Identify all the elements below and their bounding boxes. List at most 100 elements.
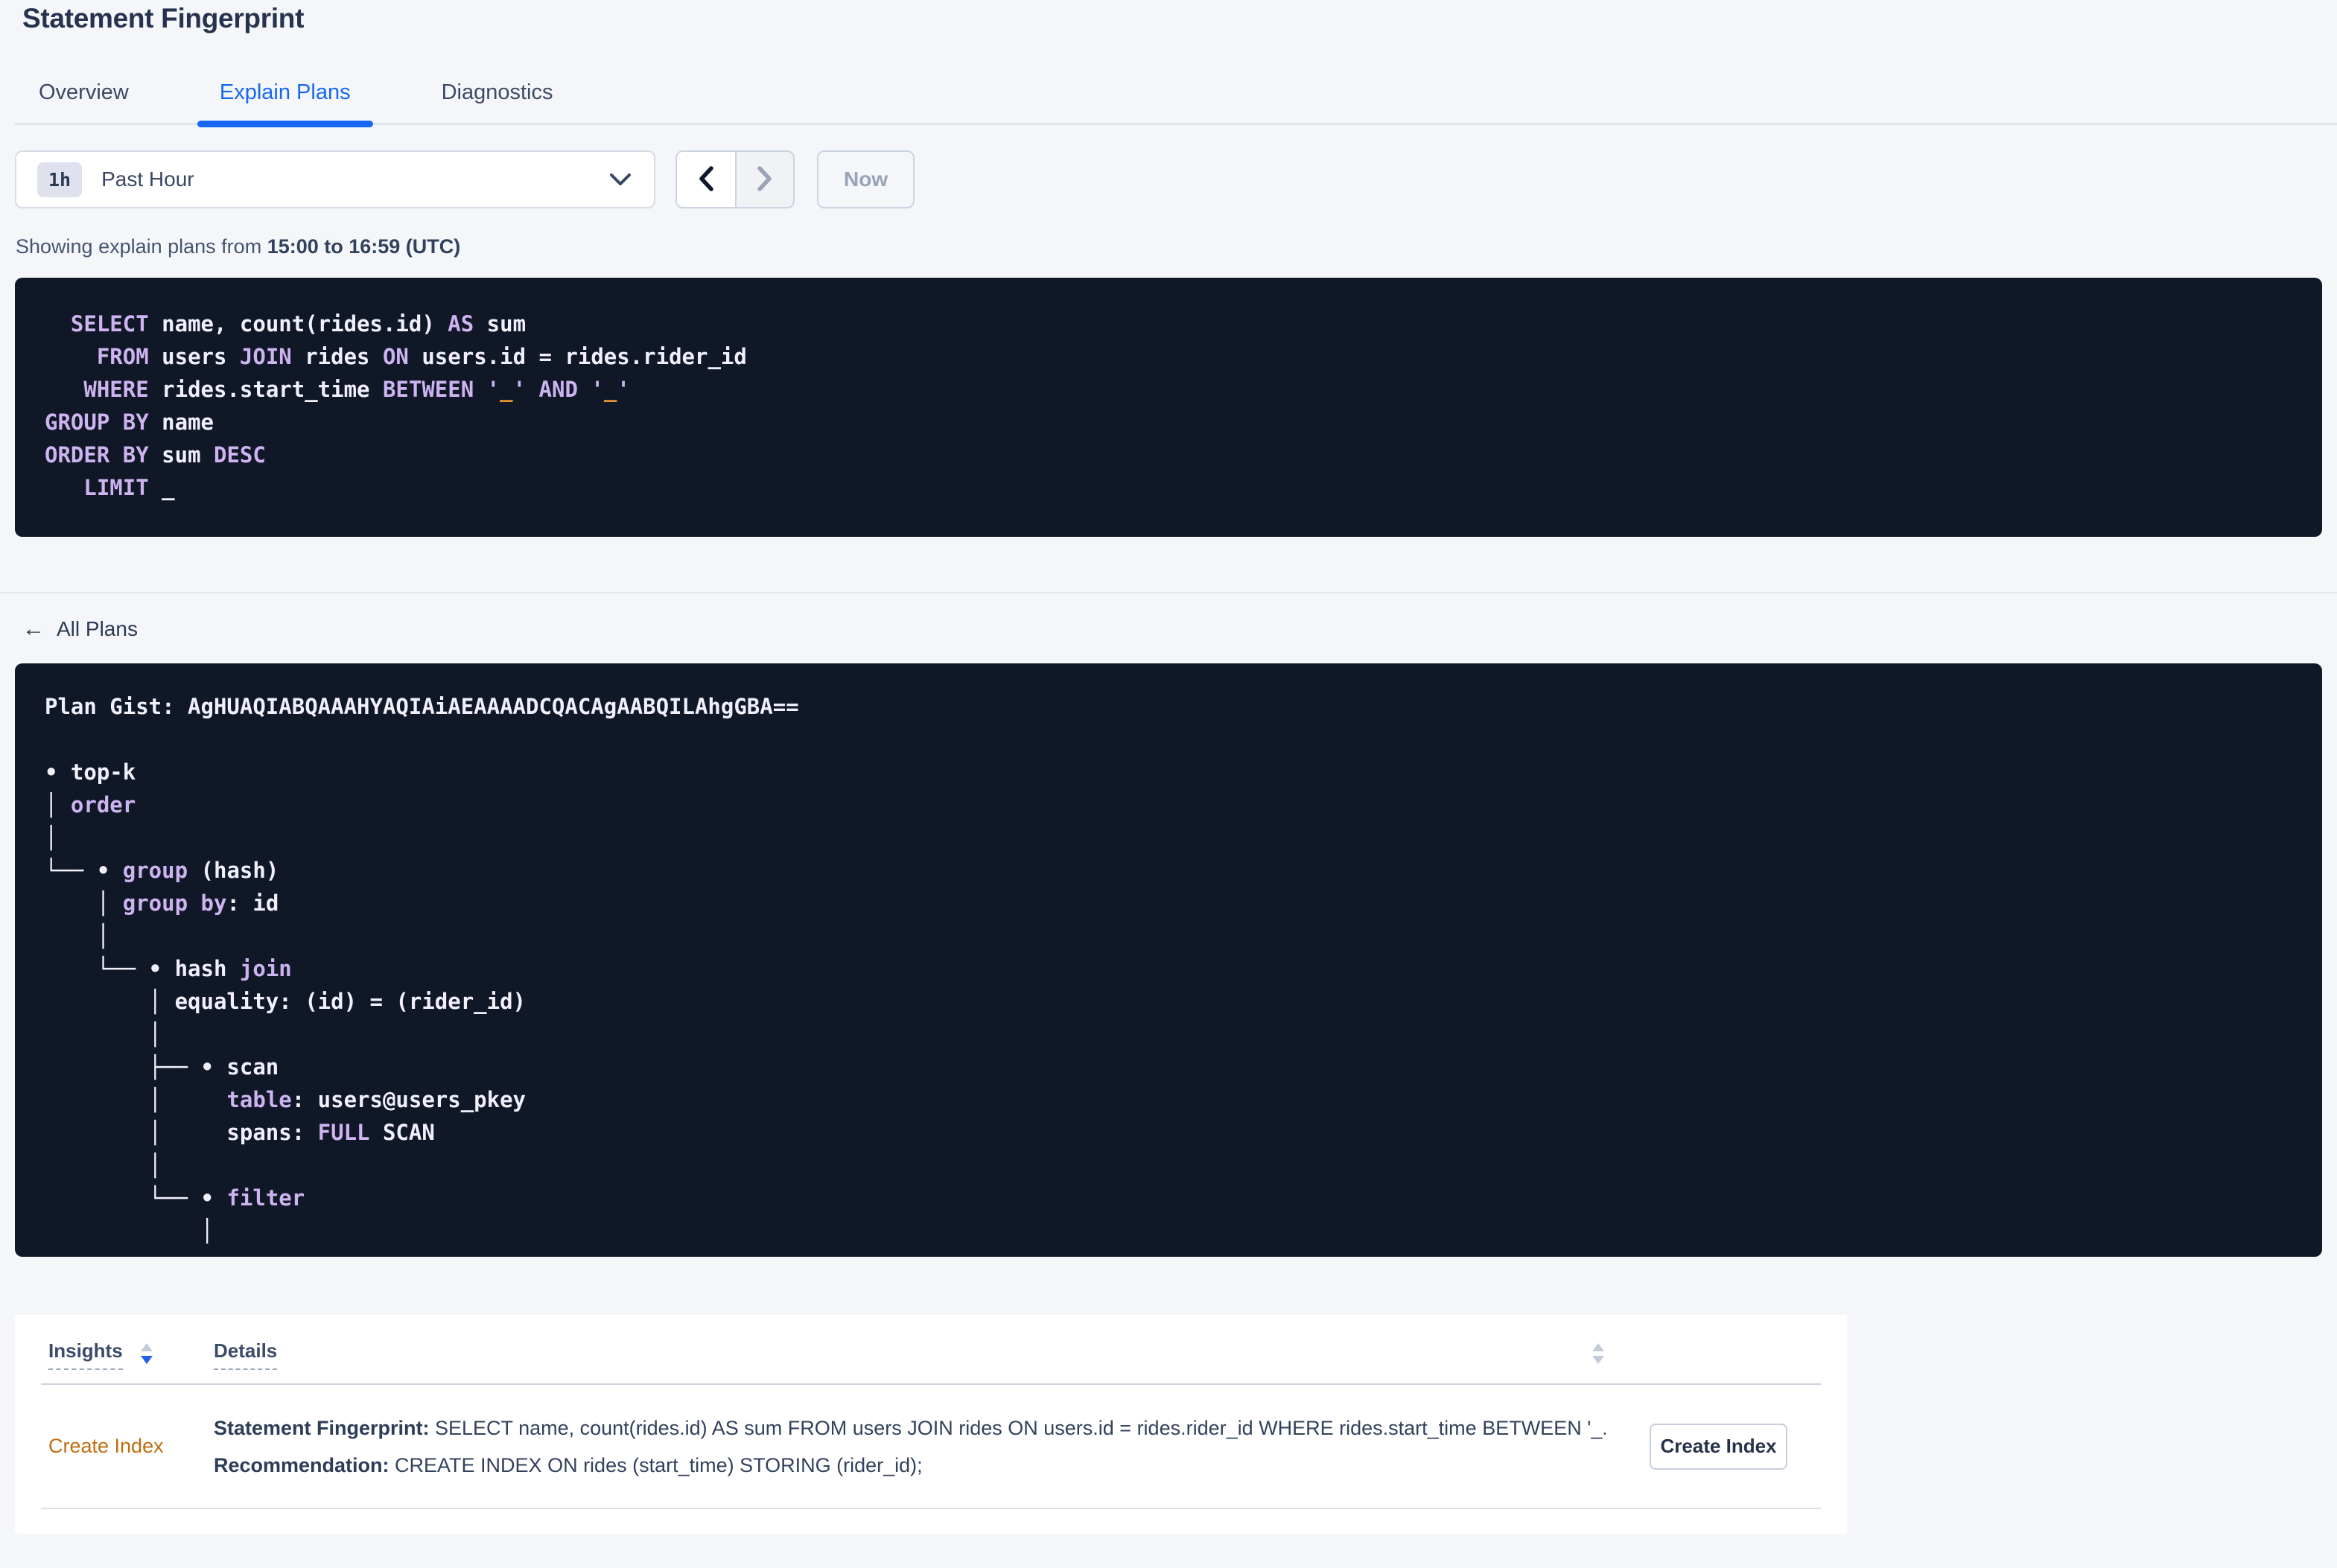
code-line: │ spans: FULL SCAN — [45, 1116, 2292, 1149]
insights-table: Insights Details Create Index Statement … — [15, 1315, 1847, 1534]
code-token: └── • — [45, 858, 123, 883]
code-line: GROUP BY name — [45, 406, 2292, 439]
code-token: │ — [45, 1218, 214, 1243]
code-line: │ group by: id — [45, 887, 2292, 920]
code-token: AND — [538, 377, 578, 402]
tab-diagnostics[interactable]: Diagnostics — [419, 71, 576, 123]
active-tab-underline — [197, 121, 373, 127]
code-token: │ — [45, 1153, 162, 1178]
showing-range: 15:00 to 16:59 (UTC) — [267, 235, 461, 258]
tab-explain-plans[interactable]: Explain Plans — [197, 71, 373, 127]
all-plans-link[interactable]: ← All Plans — [22, 617, 138, 641]
code-line: │ equality: (id) = (rider_id) — [45, 985, 2292, 1018]
code-line: │ order — [45, 788, 2292, 821]
time-range-label: Past Hour — [101, 168, 194, 191]
code-token: Plan Gist: AgHUAQIABQAAAHYAQIAiAEAAAADCQ… — [45, 694, 799, 719]
plan-code: Plan Gist: AgHUAQIABQAAAHYAQIAiAEAAAADCQ… — [45, 690, 2292, 1247]
code-token: BETWEEN — [382, 377, 474, 402]
table-row: Create Index Statement Fingerprint: SELE… — [41, 1385, 1821, 1509]
code-token: group — [122, 858, 188, 883]
all-plans-label: All Plans — [57, 617, 138, 640]
code-line: │ — [45, 821, 2292, 854]
code-line: └── • group (hash) — [45, 854, 2292, 887]
prev-time-button[interactable] — [677, 152, 735, 207]
code-token: GROUP BY — [45, 409, 149, 435]
code-token: FROM — [45, 344, 149, 369]
code-token: _ — [148, 475, 175, 500]
code-token: │ — [45, 890, 123, 916]
showing-range-text: Showing explain plans from 15:00 to 16:5… — [16, 235, 2337, 258]
code-line: │ — [45, 1149, 2292, 1182]
time-range-select[interactable]: 1h Past Hour — [15, 150, 655, 208]
time-toolbar: 1h Past Hour Now — [15, 150, 2322, 208]
sql-statement-block: SELECT name, count(rides.id) AS sum FROM… — [15, 278, 2322, 537]
code-token: rides — [291, 344, 383, 369]
recommendation-detail: Recommendation: CREATE INDEX ON rides (s… — [214, 1447, 1606, 1484]
table-footer — [41, 1509, 1821, 1534]
sql-code: SELECT name, count(rides.id) AS sum FROM… — [45, 307, 2292, 504]
sort-indicator-insights[interactable] — [140, 1343, 153, 1364]
now-button[interactable]: Now — [817, 150, 915, 208]
code-token: JOIN — [239, 344, 292, 369]
code-line: └── • hash join — [45, 952, 2292, 985]
code-line: │ table: users@users_pkey — [45, 1083, 2292, 1116]
code-line: │ — [45, 920, 2292, 952]
code-token: ├── • scan — [45, 1054, 279, 1080]
code-token: │ equality: (id) = (rider_id) — [45, 989, 527, 1014]
code-token: │ — [45, 792, 71, 818]
code-token: order — [70, 792, 136, 818]
time-range-badge: 1h — [37, 162, 83, 197]
column-label-insights: Insights — [48, 1339, 123, 1370]
code-token: │ — [45, 923, 110, 949]
code-token: sum — [148, 442, 214, 468]
detail-text: CREATE INDEX ON rides (start_time) STORI… — [389, 1453, 923, 1476]
insight-type-link[interactable]: Create Index — [48, 1435, 164, 1458]
code-token: • top-k — [45, 759, 136, 785]
code-token: ' — [486, 377, 500, 402]
chevron-down-icon — [609, 173, 632, 186]
code-line: └── • filter — [45, 1182, 2292, 1214]
code-token: ' — [512, 377, 527, 402]
sort-desc-icon — [140, 1356, 153, 1364]
code-token: filter — [226, 1185, 305, 1211]
code-token: join — [239, 956, 292, 981]
time-nav-group — [675, 150, 795, 208]
code-token: group by — [122, 890, 227, 916]
tab-label: Explain Plans — [219, 80, 351, 104]
code-token: : id — [226, 890, 279, 916]
statement-fingerprint-page: Statement Fingerprint Overview Explain P… — [0, 3, 2337, 1534]
sort-asc-icon — [140, 1343, 153, 1351]
code-token: ORDER BY — [45, 442, 149, 468]
tab-label: Diagnostics — [441, 80, 553, 104]
code-token: table — [226, 1087, 292, 1112]
code-token: ON — [382, 344, 409, 369]
column-label-details: Details — [214, 1339, 278, 1370]
sort-indicator-details[interactable] — [1592, 1343, 1604, 1364]
code-line: │ — [45, 1018, 2292, 1051]
sort-desc-icon — [1592, 1356, 1604, 1364]
column-header-details[interactable]: Details — [214, 1339, 1606, 1370]
detail-label: Recommendation: — [214, 1453, 390, 1476]
next-time-button[interactable] — [735, 152, 793, 207]
showing-prefix: Showing explain plans from — [16, 235, 267, 258]
plan-gist-block: Plan Gist: AgHUAQIABQAAAHYAQIAiAEAAAADCQ… — [15, 663, 2322, 1257]
tab-overview[interactable]: Overview — [16, 71, 151, 123]
code-token: _ — [603, 377, 617, 402]
code-token: users — [148, 344, 240, 369]
code-token: _ — [500, 377, 513, 402]
create-index-button[interactable]: Create Index — [1650, 1423, 1787, 1470]
detail-label: Statement Fingerprint: — [214, 1416, 430, 1439]
column-header-insights[interactable]: Insights — [41, 1339, 214, 1370]
code-line: Plan Gist: AgHUAQIABQAAAHYAQIAiAEAAAADCQ… — [45, 690, 2292, 723]
code-token: └── • — [45, 1185, 227, 1211]
code-token: │ — [45, 1087, 227, 1112]
code-token: DESC — [214, 442, 266, 468]
tab-label: Overview — [39, 80, 129, 104]
code-line: SELECT name, count(rides.id) AS sum — [45, 307, 2292, 340]
back-arrow-icon: ← — [22, 616, 45, 641]
sort-asc-icon — [1592, 1343, 1604, 1351]
code-line: WHERE rides.start_time BETWEEN '_' AND '… — [45, 373, 2292, 406]
code-token: ' — [617, 377, 630, 402]
code-token: │ — [45, 1022, 162, 1047]
